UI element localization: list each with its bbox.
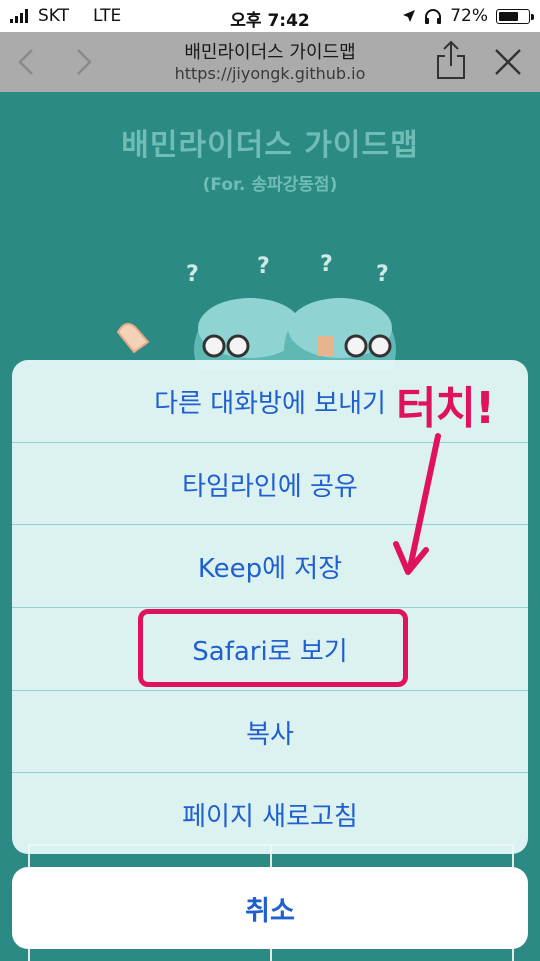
cancel-button[interactable]: 취소 [12,867,528,949]
browser-nav-bar: 배민라이더스 가이드맵 https://jiyongk.github.io [0,32,540,92]
highlight-box [138,609,408,687]
headphones-icon [425,9,442,24]
action-save-keep[interactable]: Keep에 저장 [12,524,528,607]
page-subtitle: (For. 송파강동점) [202,175,338,195]
location-icon [403,10,416,22]
status-right: 72% [402,6,534,26]
action-label: 타임라인에 공유 [182,471,358,502]
action-copy[interactable]: 복사 [12,690,528,773]
battery-percent: 72% [450,6,488,26]
battery-level [499,11,518,21]
question-mark: ? [257,254,270,279]
action-share-timeline[interactable]: 타임라인에 공유 [12,442,528,525]
action-label: 페이지 새로고침 [182,801,358,832]
action-label: 다른 대화방에 보내기 [154,388,386,419]
cancel-label: 취소 [245,895,295,927]
rider-characters-illustration [116,298,396,370]
share-icon[interactable] [434,40,468,80]
page-title: 배민라이더스 가이드맵 [121,128,419,163]
action-label: Keep에 저장 [197,553,343,584]
action-label: 복사 [246,719,294,750]
touch-annotation-label: 터치! [396,383,495,434]
pointer-arrow-icon [393,433,441,575]
battery-icon [496,8,534,24]
status-bar: SKT LTE 오후 7:42 72% [0,0,540,32]
close-icon[interactable] [494,48,522,76]
question-mark: ? [320,252,333,277]
action-refresh-page[interactable]: 페이지 새로고침 [12,772,528,854]
